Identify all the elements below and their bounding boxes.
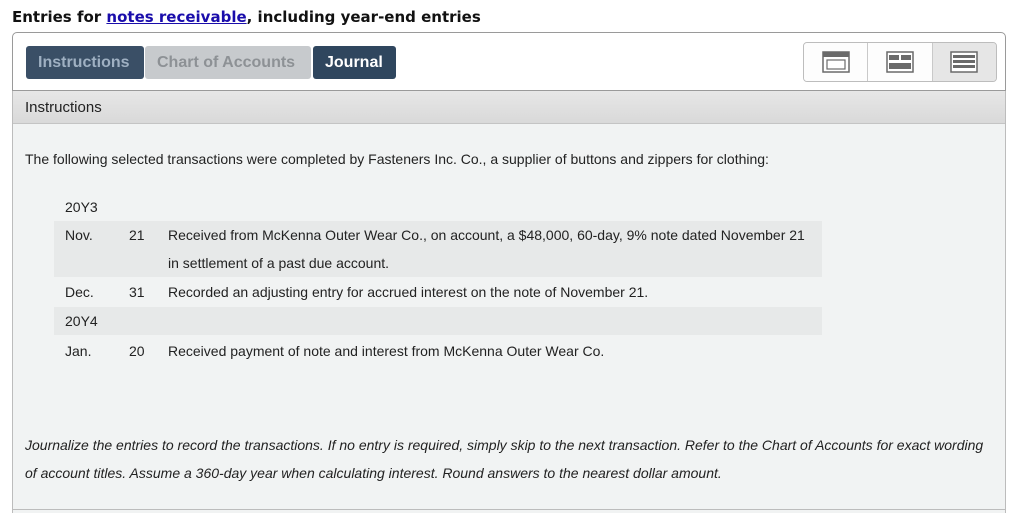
transaction-description: Received from McKenna Outer Wear Co., on… — [168, 221, 818, 277]
panel-bottom-border — [13, 509, 1005, 510]
intro-text: The following selected transactions were… — [25, 151, 769, 167]
split-layout-icon — [886, 51, 914, 73]
split-layout-button[interactable] — [868, 43, 933, 81]
transaction-row: Dec. 31 Recorded an adjusting entry for … — [54, 277, 822, 307]
tab-chart-of-accounts[interactable]: Chart of Accounts — [145, 46, 311, 79]
transaction-day: 31 — [129, 284, 145, 300]
stacked-layout-button[interactable] — [932, 43, 996, 81]
transaction-description-line2: in settlement of a past due account. — [168, 255, 390, 271]
transaction-day: 21 — [129, 227, 145, 243]
transaction-month: Nov. — [65, 227, 93, 243]
year-label-20y4: 20Y4 — [54, 307, 822, 335]
transaction-row: Nov. 21 Received from McKenna Outer Wear… — [54, 221, 822, 277]
window-layout-icon — [821, 51, 850, 73]
transaction-description: Recorded an adjusting entry for accrued … — [168, 284, 649, 300]
stacked-layout-icon — [950, 51, 979, 73]
closing-instructions-line2: of account titles. Assume a 360-day year… — [25, 465, 722, 481]
transactions-table: 20Y3 Nov. 21 Received from McKenna Outer… — [54, 193, 822, 367]
closing-instructions: Journalize the entries to record the tra… — [25, 431, 1000, 487]
transaction-month: Jan. — [65, 343, 92, 359]
tab-panel: Instructions Chart of Accounts Journal — [12, 32, 1006, 91]
instructions-panel: Instructions The following selected tran… — [12, 91, 1006, 513]
transaction-description-line1: Received from McKenna Outer Wear Co., on… — [168, 227, 805, 243]
transaction-day: 20 — [129, 343, 145, 359]
notes-receivable-link[interactable]: notes receivable — [106, 8, 246, 26]
closing-instructions-line1: Journalize the entries to record the tra… — [25, 437, 984, 453]
view-layout-group — [803, 42, 997, 82]
page-title: Entries for notes receivable, including … — [12, 8, 481, 26]
transaction-description: Received payment of note and interest fr… — [168, 343, 605, 359]
page-title-suffix: , including year-end entries — [246, 8, 481, 26]
tab-instructions[interactable]: Instructions — [26, 46, 144, 79]
transaction-row: Jan. 20 Received payment of note and int… — [54, 335, 822, 367]
tab-journal[interactable]: Journal — [313, 46, 396, 79]
year-label-20y3: 20Y3 — [65, 199, 98, 215]
instructions-header: Instructions — [13, 91, 1005, 124]
window-layout-button[interactable] — [804, 43, 869, 81]
transaction-month: Dec. — [65, 284, 94, 300]
page-title-prefix: Entries for — [12, 8, 107, 26]
